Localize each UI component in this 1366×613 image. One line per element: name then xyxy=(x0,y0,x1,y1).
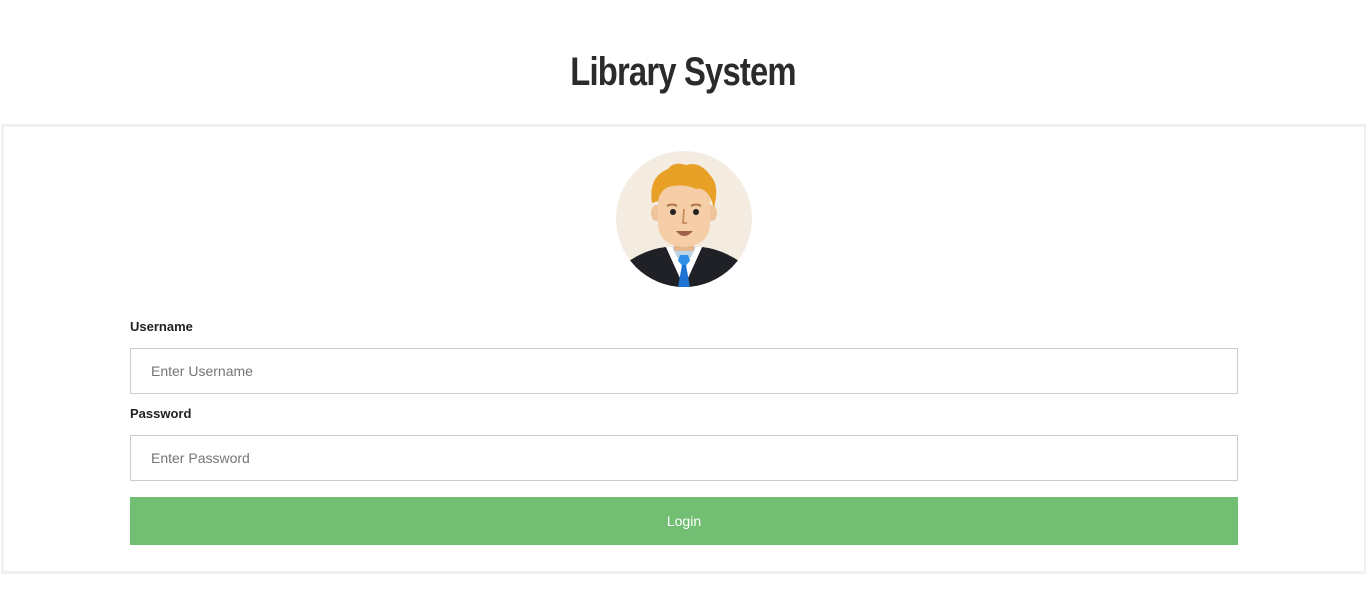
username-label: Username xyxy=(130,319,193,334)
user-avatar-icon xyxy=(616,151,752,287)
username-input[interactable] xyxy=(130,348,1238,394)
login-card: Username Password Login xyxy=(1,124,1366,574)
password-label: Password xyxy=(130,406,192,421)
page-title: Library System xyxy=(570,50,796,94)
login-button[interactable]: Login xyxy=(130,497,1238,545)
password-input[interactable] xyxy=(130,435,1238,481)
